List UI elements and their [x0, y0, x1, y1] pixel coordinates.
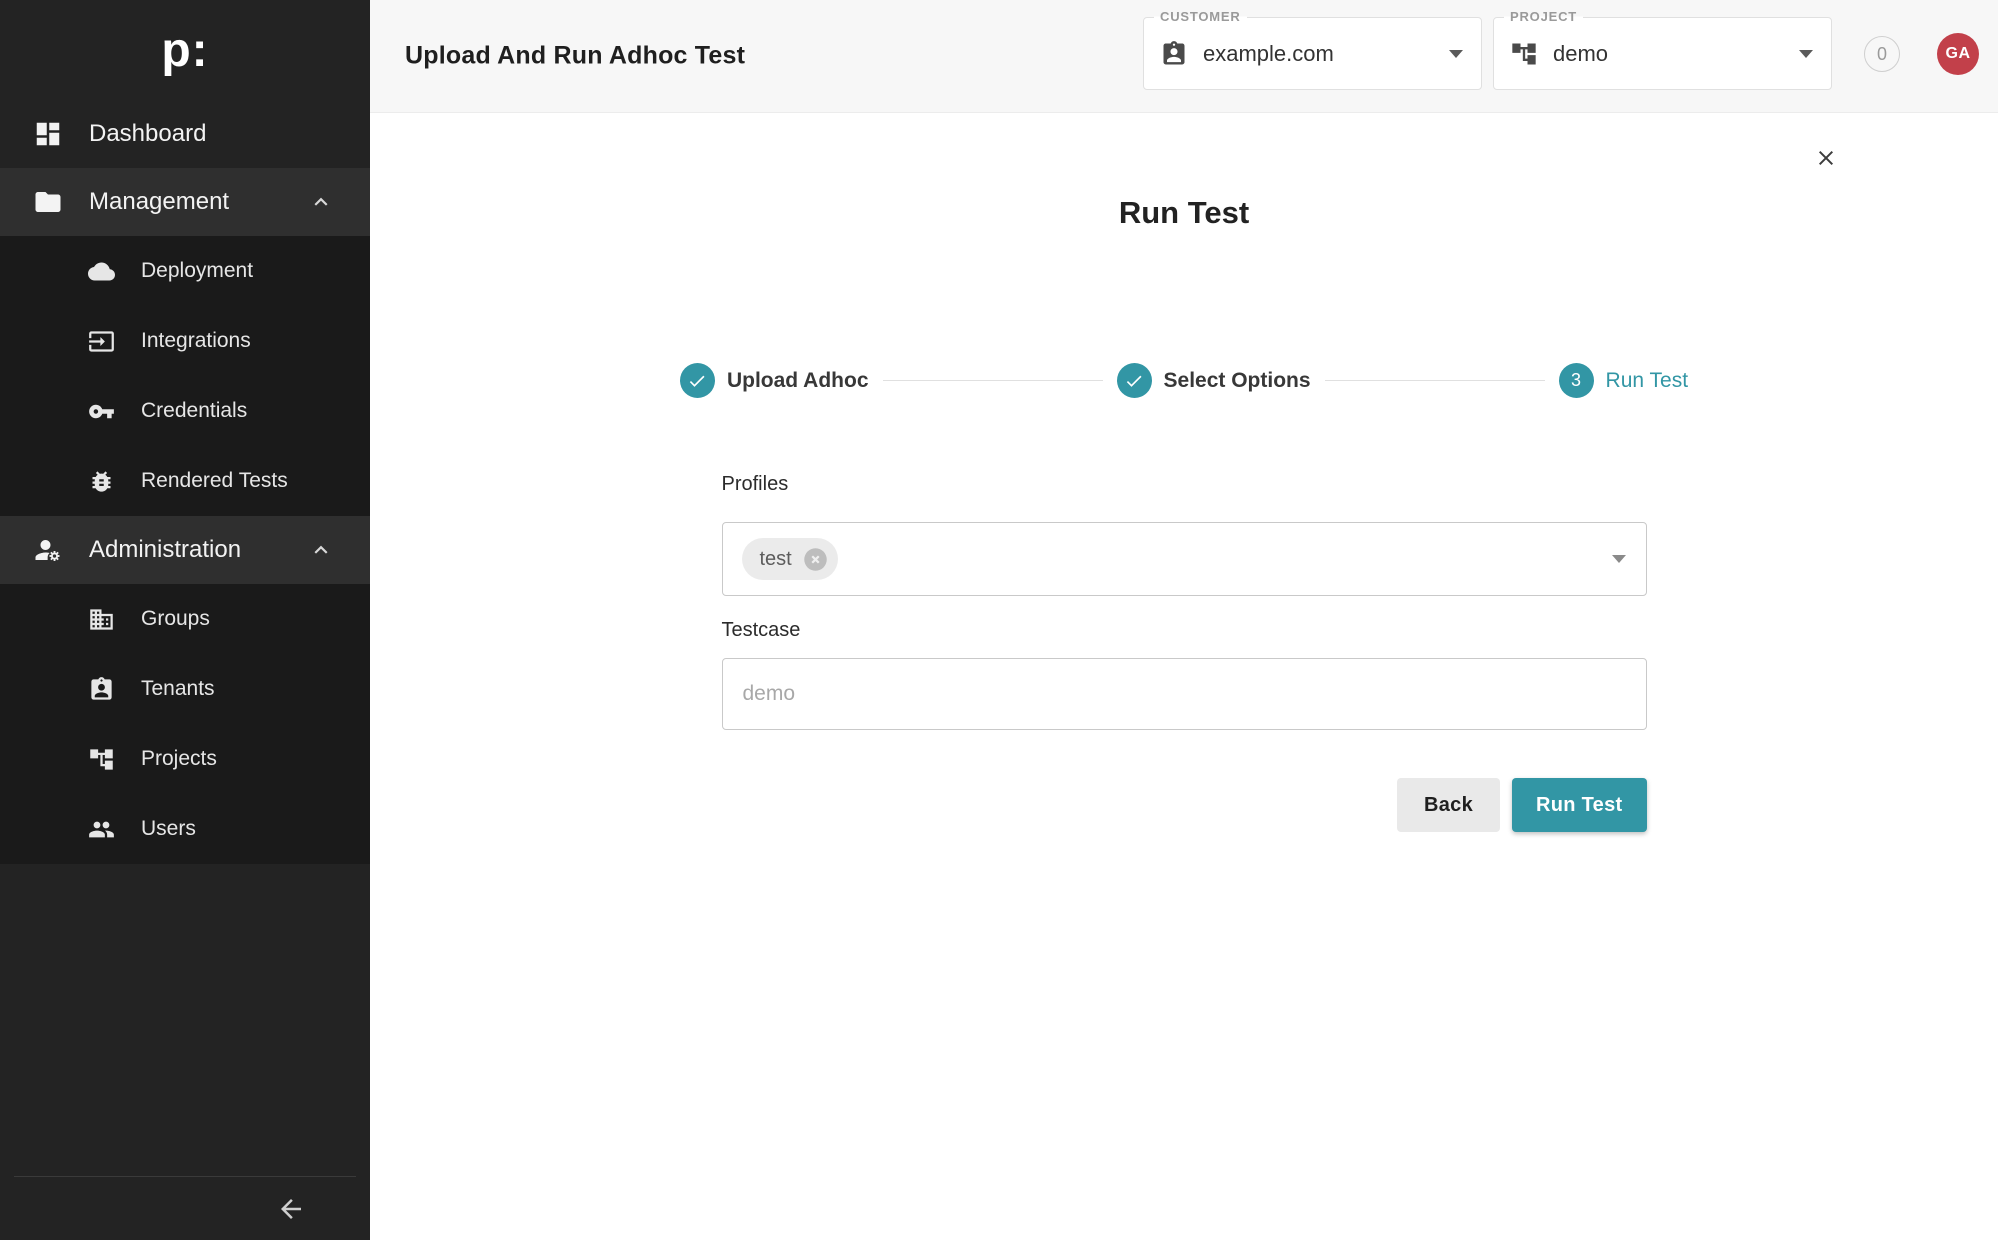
- run-test-panel: Run Test Upload Adhoc Select Options: [370, 113, 1998, 1240]
- wizard-actions: Back Run Test: [722, 778, 1647, 832]
- sidebar-item-label: Rendered Tests: [141, 469, 288, 493]
- sidebar-item-label: Users: [141, 817, 196, 841]
- sidebar-item-integrations[interactable]: Integrations: [0, 306, 370, 376]
- chevron-up-icon: [308, 537, 334, 563]
- sidebar-footer: [14, 1176, 356, 1240]
- building-icon: [88, 606, 115, 633]
- profiles-multiselect[interactable]: test: [722, 522, 1647, 596]
- chip-remove-button[interactable]: [802, 546, 829, 573]
- project-select-label: PROJECT: [1504, 9, 1583, 24]
- arrow-left-icon: [276, 1194, 306, 1224]
- step-label: Run Test: [1606, 369, 1689, 393]
- close-button[interactable]: [1808, 140, 1844, 176]
- check-icon: [687, 371, 707, 391]
- collapse-sidebar-button[interactable]: [276, 1194, 306, 1224]
- sidebar-item-label: Administration: [89, 536, 241, 564]
- sidebar-item-label: Credentials: [141, 399, 247, 423]
- sidebar: p: Dashboard Management Deployment Integ…: [0, 0, 370, 1240]
- integration-icon: [88, 328, 115, 355]
- project-tree-icon: [1510, 40, 1538, 68]
- customer-select[interactable]: CUSTOMER example.com: [1143, 17, 1482, 90]
- step-connector: [1325, 380, 1545, 381]
- customer-select-value: example.com: [1203, 41, 1334, 67]
- notification-count-badge[interactable]: 0: [1864, 36, 1900, 72]
- sidebar-item-tenants[interactable]: Tenants: [0, 654, 370, 724]
- step-select-options[interactable]: Select Options: [1117, 363, 1311, 398]
- profiles-label: Profiles: [722, 472, 1647, 496]
- check-icon: [1124, 371, 1144, 391]
- dashboard-icon: [33, 119, 63, 149]
- page-title: Upload And Run Adhoc Test: [405, 42, 745, 71]
- main-area: Upload And Run Adhoc Test CUSTOMER examp…: [370, 0, 1998, 1240]
- step-label: Upload Adhoc: [727, 369, 869, 393]
- sidebar-item-dashboard[interactable]: Dashboard: [0, 100, 370, 168]
- chevron-down-icon: [1612, 555, 1626, 563]
- sidebar-item-label: Dashboard: [89, 120, 206, 148]
- chevron-up-icon: [308, 189, 334, 215]
- run-test-button[interactable]: Run Test: [1512, 778, 1646, 832]
- chip-close-icon: [802, 546, 829, 573]
- sidebar-item-projects[interactable]: Projects: [0, 724, 370, 794]
- sidebar-item-administration[interactable]: Administration: [0, 516, 370, 584]
- testcase-label: Testcase: [722, 618, 1647, 642]
- wizard-column: Run Test Upload Adhoc Select Options: [722, 113, 1647, 832]
- sidebar-item-label: Projects: [141, 747, 217, 771]
- app-logo[interactable]: p:: [0, 0, 370, 100]
- bug-icon: [88, 468, 115, 495]
- sidebar-item-label: Tenants: [141, 677, 215, 701]
- profile-chip-label: test: [760, 548, 792, 571]
- customer-badge-icon: [1160, 40, 1188, 68]
- sidebar-item-label: Deployment: [141, 259, 253, 283]
- stepper: Upload Adhoc Select Options 3 Run Test: [722, 363, 1647, 398]
- sidebar-item-management[interactable]: Management: [0, 168, 370, 236]
- sidebar-item-label: Integrations: [141, 329, 251, 353]
- badge-icon: [88, 676, 115, 703]
- sidebar-item-deployment[interactable]: Deployment: [0, 236, 370, 306]
- user-avatar[interactable]: GA: [1937, 33, 1979, 75]
- key-icon: [88, 398, 115, 425]
- testcase-input[interactable]: [722, 658, 1647, 730]
- chevron-down-icon: [1799, 50, 1813, 58]
- management-submenu: Deployment Integrations Credentials Rend…: [0, 236, 370, 516]
- sidebar-item-rendered-tests[interactable]: Rendered Tests: [0, 446, 370, 516]
- topbar: Upload And Run Adhoc Test CUSTOMER examp…: [370, 0, 1998, 113]
- back-button[interactable]: Back: [1397, 778, 1500, 832]
- project-select[interactable]: PROJECT demo: [1493, 17, 1832, 90]
- sidebar-item-users[interactable]: Users: [0, 794, 370, 864]
- wizard-title: Run Test: [722, 197, 1647, 228]
- users-icon: [88, 816, 115, 843]
- profile-chip: test: [742, 538, 838, 580]
- step-check-circle: [680, 363, 715, 398]
- sidebar-item-credentials[interactable]: Credentials: [0, 376, 370, 446]
- customer-select-label: CUSTOMER: [1154, 9, 1247, 24]
- step-number-circle: 3: [1559, 363, 1594, 398]
- folder-icon: [33, 187, 63, 217]
- step-label: Select Options: [1164, 369, 1311, 393]
- sidebar-item-label: Management: [89, 188, 229, 216]
- step-connector: [883, 380, 1103, 381]
- close-icon: [1814, 144, 1838, 172]
- administration-submenu: Groups Tenants Projects Users: [0, 584, 370, 864]
- project-select-value: demo: [1553, 41, 1608, 67]
- sidebar-item-label: Groups: [141, 607, 210, 631]
- step-check-circle: [1117, 363, 1152, 398]
- sidebar-item-groups[interactable]: Groups: [0, 584, 370, 654]
- chevron-down-icon: [1449, 50, 1463, 58]
- step-upload-adhoc[interactable]: Upload Adhoc: [680, 363, 869, 398]
- step-run-test[interactable]: 3 Run Test: [1559, 363, 1689, 398]
- cloud-icon: [88, 258, 115, 285]
- admin-person-gear-icon: [33, 535, 63, 565]
- project-tree-icon: [88, 746, 115, 773]
- app-window: p: Dashboard Management Deployment Integ…: [0, 0, 1998, 1240]
